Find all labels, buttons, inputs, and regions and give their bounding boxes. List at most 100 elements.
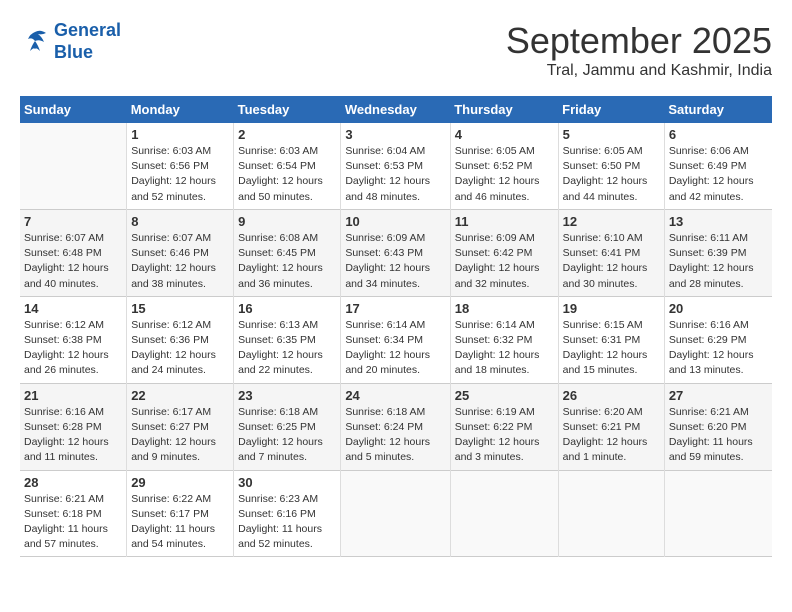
day-info: Sunrise: 6:05 AM Sunset: 6:52 PM Dayligh… — [455, 144, 554, 205]
calendar-cell: 2 Sunrise: 6:03 AM Sunset: 6:54 PM Daylig… — [234, 123, 341, 209]
weekday-friday: Friday — [558, 96, 664, 123]
calendar-cell: 11 Sunrise: 6:09 AM Sunset: 6:42 PM Dayli… — [450, 209, 558, 296]
day-info: Sunrise: 6:18 AM Sunset: 6:25 PM Dayligh… — [238, 405, 336, 466]
calendar-cell: 29 Sunrise: 6:22 AM Sunset: 6:17 PM Dayli… — [127, 470, 234, 557]
calendar-cell: 27 Sunrise: 6:21 AM Sunset: 6:20 PM Dayli… — [664, 383, 772, 470]
calendar-cell — [664, 470, 772, 557]
day-number: 20 — [669, 301, 768, 316]
day-number: 24 — [345, 388, 445, 403]
logo-text: General Blue — [54, 20, 121, 63]
calendar-cell: 14 Sunrise: 6:12 AM Sunset: 6:38 PM Dayli… — [20, 296, 127, 383]
calendar-cell: 19Sunrise: 6:15 AM Sunset: 6:31 PM Dayli… — [558, 296, 664, 383]
day-info: Sunrise: 6:09 AM Sunset: 6:42 PM Dayligh… — [455, 231, 554, 292]
day-number: 7 — [24, 214, 122, 229]
day-info: Sunrise: 6:21 AM Sunset: 6:20 PM Dayligh… — [669, 405, 768, 466]
day-number: 17 — [345, 301, 445, 316]
calendar-cell: 23Sunrise: 6:18 AM Sunset: 6:25 PM Dayli… — [234, 383, 341, 470]
day-info: Sunrise: 6:12 AM Sunset: 6:38 PM Dayligh… — [24, 318, 122, 379]
calendar-cell — [20, 123, 127, 209]
day-info: Sunrise: 6:12 AM Sunset: 6:36 PM Dayligh… — [131, 318, 229, 379]
weekday-thursday: Thursday — [450, 96, 558, 123]
weekday-monday: Monday — [127, 96, 234, 123]
day-number: 3 — [345, 127, 445, 142]
day-info: Sunrise: 6:14 AM Sunset: 6:34 PM Dayligh… — [345, 318, 445, 379]
day-number: 18 — [455, 301, 554, 316]
day-info: Sunrise: 6:20 AM Sunset: 6:21 PM Dayligh… — [563, 405, 660, 466]
day-info: Sunrise: 6:09 AM Sunset: 6:43 PM Dayligh… — [345, 231, 445, 292]
day-info: Sunrise: 6:11 AM Sunset: 6:39 PM Dayligh… — [669, 231, 768, 292]
weekday-header-row: SundayMondayTuesdayWednesdayThursdayFrid… — [20, 96, 772, 123]
calendar-cell: 22Sunrise: 6:17 AM Sunset: 6:27 PM Dayli… — [127, 383, 234, 470]
calendar-cell: 20 Sunrise: 6:16 AM Sunset: 6:29 PM Dayli… — [664, 296, 772, 383]
day-number: 22 — [131, 388, 229, 403]
day-number: 16 — [238, 301, 336, 316]
day-number: 1 — [131, 127, 229, 142]
day-info: Sunrise: 6:08 AM Sunset: 6:45 PM Dayligh… — [238, 231, 336, 292]
title-block: September 2025 Tral, Jammu and Kashmir, … — [506, 20, 772, 80]
week-row-1: 1 Sunrise: 6:03 AM Sunset: 6:56 PM Daylig… — [20, 123, 772, 209]
day-number: 27 — [669, 388, 768, 403]
calendar-cell: 17 Sunrise: 6:14 AM Sunset: 6:34 PM Dayli… — [341, 296, 450, 383]
page-header: General Blue September 2025 Tral, Jammu … — [20, 20, 772, 80]
calendar-cell — [450, 470, 558, 557]
day-number: 5 — [563, 127, 660, 142]
calendar-table: SundayMondayTuesdayWednesdayThursdayFrid… — [20, 96, 772, 557]
subtitle: Tral, Jammu and Kashmir, India — [506, 62, 772, 80]
day-number: 26 — [563, 388, 660, 403]
weekday-sunday: Sunday — [20, 96, 127, 123]
weekday-tuesday: Tuesday — [234, 96, 341, 123]
calendar-cell: 12 Sunrise: 6:10 AM Sunset: 6:41 PM Dayli… — [558, 209, 664, 296]
calendar-cell: 13 Sunrise: 6:11 AM Sunset: 6:39 PM Dayli… — [664, 209, 772, 296]
day-info: Sunrise: 6:04 AM Sunset: 6:53 PM Dayligh… — [345, 144, 445, 205]
day-info: Sunrise: 6:16 AM Sunset: 6:29 PM Dayligh… — [669, 318, 768, 379]
day-number: 19 — [563, 301, 660, 316]
day-number: 10 — [345, 214, 445, 229]
calendar-cell: 9 Sunrise: 6:08 AM Sunset: 6:45 PM Daylig… — [234, 209, 341, 296]
day-info: Sunrise: 6:21 AM Sunset: 6:18 PM Dayligh… — [24, 492, 122, 553]
week-row-3: 14 Sunrise: 6:12 AM Sunset: 6:38 PM Dayli… — [20, 296, 772, 383]
day-number: 13 — [669, 214, 768, 229]
calendar-cell: 10 Sunrise: 6:09 AM Sunset: 6:43 PM Dayli… — [341, 209, 450, 296]
calendar-cell: 4 Sunrise: 6:05 AM Sunset: 6:52 PM Daylig… — [450, 123, 558, 209]
day-info: Sunrise: 6:16 AM Sunset: 6:28 PM Dayligh… — [24, 405, 122, 466]
day-number: 29 — [131, 475, 229, 490]
calendar-cell: 3 Sunrise: 6:04 AM Sunset: 6:53 PM Daylig… — [341, 123, 450, 209]
day-info: Sunrise: 6:10 AM Sunset: 6:41 PM Dayligh… — [563, 231, 660, 292]
calendar-cell: 5 Sunrise: 6:05 AM Sunset: 6:50 PM Daylig… — [558, 123, 664, 209]
calendar-cell: 24Sunrise: 6:18 AM Sunset: 6:24 PM Dayli… — [341, 383, 450, 470]
day-number: 8 — [131, 214, 229, 229]
logo-icon — [20, 27, 50, 57]
day-info: Sunrise: 6:05 AM Sunset: 6:50 PM Dayligh… — [563, 144, 660, 205]
day-number: 2 — [238, 127, 336, 142]
day-number: 11 — [455, 214, 554, 229]
calendar-cell: 6Sunrise: 6:06 AM Sunset: 6:49 PM Daylig… — [664, 123, 772, 209]
calendar-cell: 8Sunrise: 6:07 AM Sunset: 6:46 PM Daylig… — [127, 209, 234, 296]
day-number: 28 — [24, 475, 122, 490]
day-info: Sunrise: 6:22 AM Sunset: 6:17 PM Dayligh… — [131, 492, 229, 553]
week-row-5: 28 Sunrise: 6:21 AM Sunset: 6:18 PM Dayli… — [20, 470, 772, 557]
day-info: Sunrise: 6:03 AM Sunset: 6:54 PM Dayligh… — [238, 144, 336, 205]
day-number: 21 — [24, 388, 122, 403]
calendar-cell: 28 Sunrise: 6:21 AM Sunset: 6:18 PM Dayli… — [20, 470, 127, 557]
calendar-cell: 26 Sunrise: 6:20 AM Sunset: 6:21 PM Dayli… — [558, 383, 664, 470]
day-info: Sunrise: 6:19 AM Sunset: 6:22 PM Dayligh… — [455, 405, 554, 466]
day-info: Sunrise: 6:03 AM Sunset: 6:56 PM Dayligh… — [131, 144, 229, 205]
calendar-cell: 1 Sunrise: 6:03 AM Sunset: 6:56 PM Daylig… — [127, 123, 234, 209]
calendar-cell: 7Sunrise: 6:07 AM Sunset: 6:48 PM Daylig… — [20, 209, 127, 296]
calendar-cell: 25 Sunrise: 6:19 AM Sunset: 6:22 PM Dayli… — [450, 383, 558, 470]
day-info: Sunrise: 6:23 AM Sunset: 6:16 PM Dayligh… — [238, 492, 336, 553]
day-number: 12 — [563, 214, 660, 229]
day-number: 6 — [669, 127, 768, 142]
calendar-cell: 18 Sunrise: 6:14 AM Sunset: 6:32 PM Dayli… — [450, 296, 558, 383]
week-row-4: 21 Sunrise: 6:16 AM Sunset: 6:28 PM Dayli… — [20, 383, 772, 470]
day-number: 30 — [238, 475, 336, 490]
logo: General Blue — [20, 20, 121, 63]
day-info: Sunrise: 6:14 AM Sunset: 6:32 PM Dayligh… — [455, 318, 554, 379]
calendar-cell: 30 Sunrise: 6:23 AM Sunset: 6:16 PM Dayli… — [234, 470, 341, 557]
day-number: 4 — [455, 127, 554, 142]
day-number: 25 — [455, 388, 554, 403]
day-number: 9 — [238, 214, 336, 229]
calendar-cell: 15Sunrise: 6:12 AM Sunset: 6:36 PM Dayli… — [127, 296, 234, 383]
calendar-cell — [558, 470, 664, 557]
day-number: 14 — [24, 301, 122, 316]
